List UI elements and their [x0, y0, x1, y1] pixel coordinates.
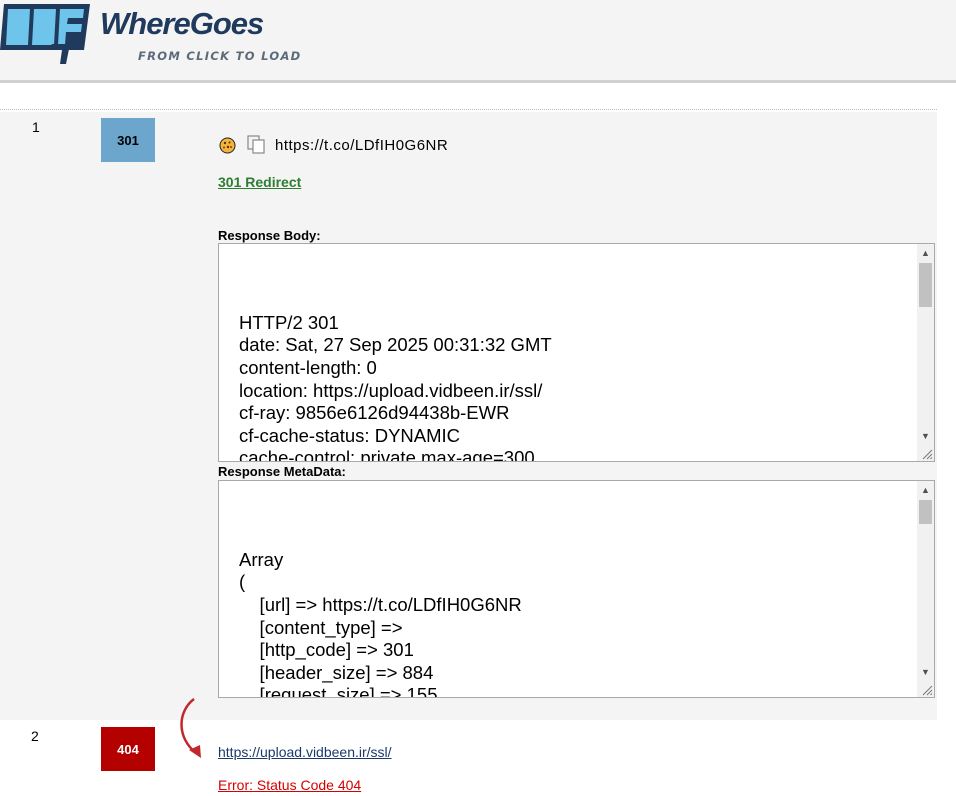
scroll-up-icon[interactable]: ▲	[917, 481, 934, 498]
resize-handle-icon[interactable]	[921, 448, 933, 460]
response-metadata-textarea[interactable]: Array ( [url] => https://t.co/LDfIH0G6NR…	[218, 480, 935, 698]
response-metadata-label: Response MetaData:	[218, 464, 346, 479]
response-body-label: Response Body:	[218, 228, 321, 243]
scroll-up-icon[interactable]: ▲	[917, 244, 934, 261]
copy-icon[interactable]	[246, 134, 266, 154]
hop-url[interactable]: https://t.co/LDfIH0G6NR	[275, 137, 448, 154]
hop-url[interactable]: https://upload.vidbeen.ir/ssl/	[218, 744, 392, 760]
scrollbar[interactable]: ▲ ▼	[917, 244, 934, 461]
hop-number: 1	[32, 119, 40, 135]
status-badge: 301	[101, 118, 155, 162]
resize-handle-icon[interactable]	[921, 684, 933, 696]
site-title[interactable]: WhereGoes	[100, 6, 264, 42]
wheregoes-logo-icon[interactable]	[0, 4, 90, 64]
error-status-link[interactable]: Error: Status Code 404	[218, 777, 361, 793]
redirect-type-link[interactable]: 301 Redirect	[218, 174, 301, 190]
scrollbar-thumb[interactable]	[919, 500, 932, 524]
hop-number: 2	[31, 728, 39, 744]
site-header: WhereGoes FROM CLICK TO LOAD	[0, 0, 956, 83]
scrollbar[interactable]: ▲ ▼	[917, 481, 934, 697]
divider	[0, 109, 937, 110]
curved-arrow-icon	[180, 698, 201, 758]
response-body-textarea[interactable]: HTTP/2 301 date: Sat, 27 Sep 2025 00:31:…	[218, 243, 935, 462]
status-badge: 404	[101, 727, 155, 771]
scrollbar-thumb[interactable]	[919, 263, 932, 307]
response-body-text: HTTP/2 301 date: Sat, 27 Sep 2025 00:31:…	[239, 311, 552, 462]
response-metadata-text: Array ( [url] => https://t.co/LDfIH0G6NR…	[239, 548, 522, 698]
scroll-down-icon[interactable]: ▼	[917, 427, 934, 444]
site-tagline: FROM CLICK TO LOAD	[138, 49, 302, 63]
cookie-icon[interactable]	[219, 137, 236, 154]
scroll-down-icon[interactable]: ▼	[917, 663, 934, 680]
